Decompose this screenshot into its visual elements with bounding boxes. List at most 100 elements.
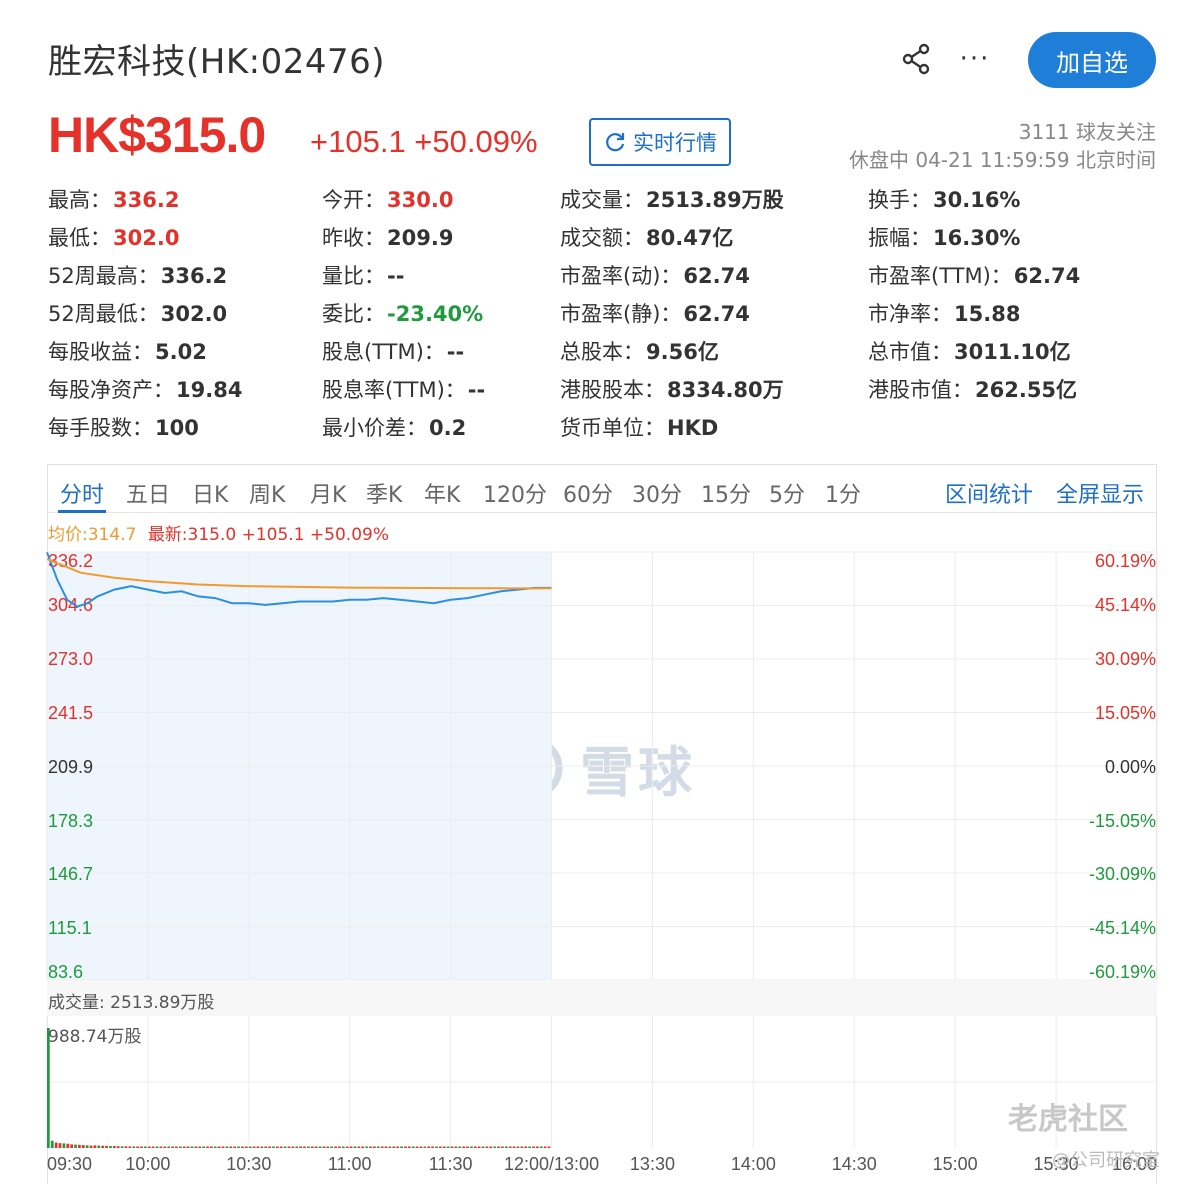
x-axis-tick-label: 09:30 — [47, 1154, 93, 1174]
volume-bar — [334, 1146, 337, 1148]
volume-bar — [194, 1146, 198, 1148]
volume-bar — [450, 1146, 454, 1148]
volume-bar — [524, 1146, 528, 1148]
volume-bar — [326, 1146, 330, 1148]
volume-bar — [310, 1146, 314, 1148]
volume-bar — [388, 1146, 392, 1148]
volume-bar — [178, 1146, 182, 1148]
volume-bar — [373, 1146, 376, 1148]
y-axis-right-label: -30.09% — [1089, 864, 1156, 884]
volume-bar — [493, 1146, 497, 1148]
volume-bar — [504, 1146, 508, 1148]
volume-bar — [244, 1146, 248, 1148]
volume-bar — [404, 1146, 407, 1148]
volume-bar — [384, 1146, 388, 1148]
volume-bar — [477, 1146, 481, 1148]
volume-bar — [175, 1146, 178, 1148]
volume-bar — [485, 1146, 489, 1148]
volume-bar — [543, 1146, 547, 1148]
volume-bar — [136, 1146, 139, 1148]
volume-bar — [264, 1146, 268, 1148]
volume-bar — [357, 1146, 361, 1148]
volume-label: 成交量: 2513.89万股 — [48, 993, 215, 1013]
volume-bar — [295, 1146, 299, 1148]
volume-bar — [458, 1146, 462, 1148]
volume-bar — [508, 1146, 512, 1148]
y-axis-right-label: -15.05% — [1089, 811, 1156, 831]
volume-bar — [536, 1146, 539, 1148]
volume-bar — [501, 1146, 504, 1148]
volume-bar — [225, 1146, 229, 1148]
volume-bar — [256, 1146, 260, 1148]
volume-bar — [307, 1146, 310, 1148]
volume-bar — [345, 1146, 349, 1148]
volume-bar — [105, 1145, 108, 1148]
volume-max-label: 988.74万股 — [48, 1027, 142, 1047]
volume-bar — [361, 1146, 365, 1148]
volume-bar — [171, 1146, 174, 1148]
volume-bar — [303, 1146, 306, 1148]
volume-bar — [279, 1146, 283, 1148]
x-axis-tick-label: 11:30 — [428, 1154, 473, 1174]
volume-bar — [101, 1145, 105, 1148]
volume-bar — [528, 1146, 531, 1148]
volume-bar — [512, 1146, 516, 1148]
volume-bar — [128, 1146, 132, 1148]
volume-bar — [341, 1146, 345, 1148]
y-axis-left-label: 241.5 — [48, 703, 93, 723]
y-axis-right-label: -45.14% — [1089, 918, 1156, 938]
volume-bar — [365, 1146, 368, 1148]
volume-bar — [283, 1146, 287, 1148]
volume-bar — [97, 1145, 101, 1148]
volume-bar — [66, 1143, 70, 1148]
volume-bar — [272, 1146, 275, 1148]
volume-bar — [431, 1146, 434, 1148]
volume-bar — [147, 1146, 151, 1148]
volume-bar — [50, 1140, 54, 1148]
volume-bar — [396, 1146, 400, 1148]
volume-bar — [314, 1146, 318, 1148]
volume-bar — [217, 1146, 221, 1148]
y-axis-right-label: 15.05% — [1095, 703, 1156, 723]
volume-bar — [81, 1145, 85, 1148]
volume-bar — [248, 1146, 252, 1148]
volume-bar — [532, 1146, 535, 1148]
volume-bar — [151, 1146, 155, 1148]
volume-bar — [349, 1146, 353, 1148]
y-axis-left-label: 209.9 — [48, 757, 93, 777]
y-axis-left-label: 178.3 — [48, 811, 93, 831]
y-axis-right-label: 60.19% — [1095, 551, 1156, 571]
tiger-community-sub-watermark: @公司研究室 — [1052, 1150, 1160, 1171]
volume-bar — [497, 1146, 500, 1148]
volume-bar — [186, 1146, 190, 1148]
x-axis-tick-label: 15:00 — [932, 1154, 978, 1174]
volume-bar — [213, 1146, 217, 1148]
volume-bar — [275, 1146, 279, 1148]
volume-bar — [159, 1146, 163, 1148]
volume-bar — [481, 1146, 485, 1148]
volume-bar — [520, 1146, 524, 1148]
y-axis-left-label: 304.6 — [48, 595, 93, 615]
volume-bar — [144, 1146, 147, 1148]
volume-bar — [210, 1146, 213, 1148]
volume-bar — [124, 1146, 128, 1148]
volume-bar — [198, 1146, 202, 1148]
volume-bar — [190, 1146, 194, 1148]
volume-bar — [380, 1146, 384, 1148]
volume-bar — [435, 1146, 438, 1148]
volume-bar — [392, 1146, 396, 1148]
y-axis-left-label: 146.7 — [48, 864, 93, 884]
volume-bar — [516, 1146, 520, 1148]
volume-bar — [427, 1146, 431, 1148]
volume-bar — [241, 1146, 244, 1148]
x-axis-tick-label: 11:00 — [327, 1154, 372, 1174]
volume-bar — [299, 1146, 302, 1148]
volume-bar — [109, 1146, 112, 1148]
x-axis-tick-label: 14:30 — [831, 1154, 877, 1174]
volume-bar — [338, 1146, 341, 1148]
y-axis-right-label: 0.00% — [1105, 757, 1156, 777]
volume-bar — [369, 1146, 372, 1148]
volume-bar — [353, 1146, 357, 1148]
volume-bar — [89, 1145, 93, 1148]
volume-bar — [58, 1143, 62, 1148]
